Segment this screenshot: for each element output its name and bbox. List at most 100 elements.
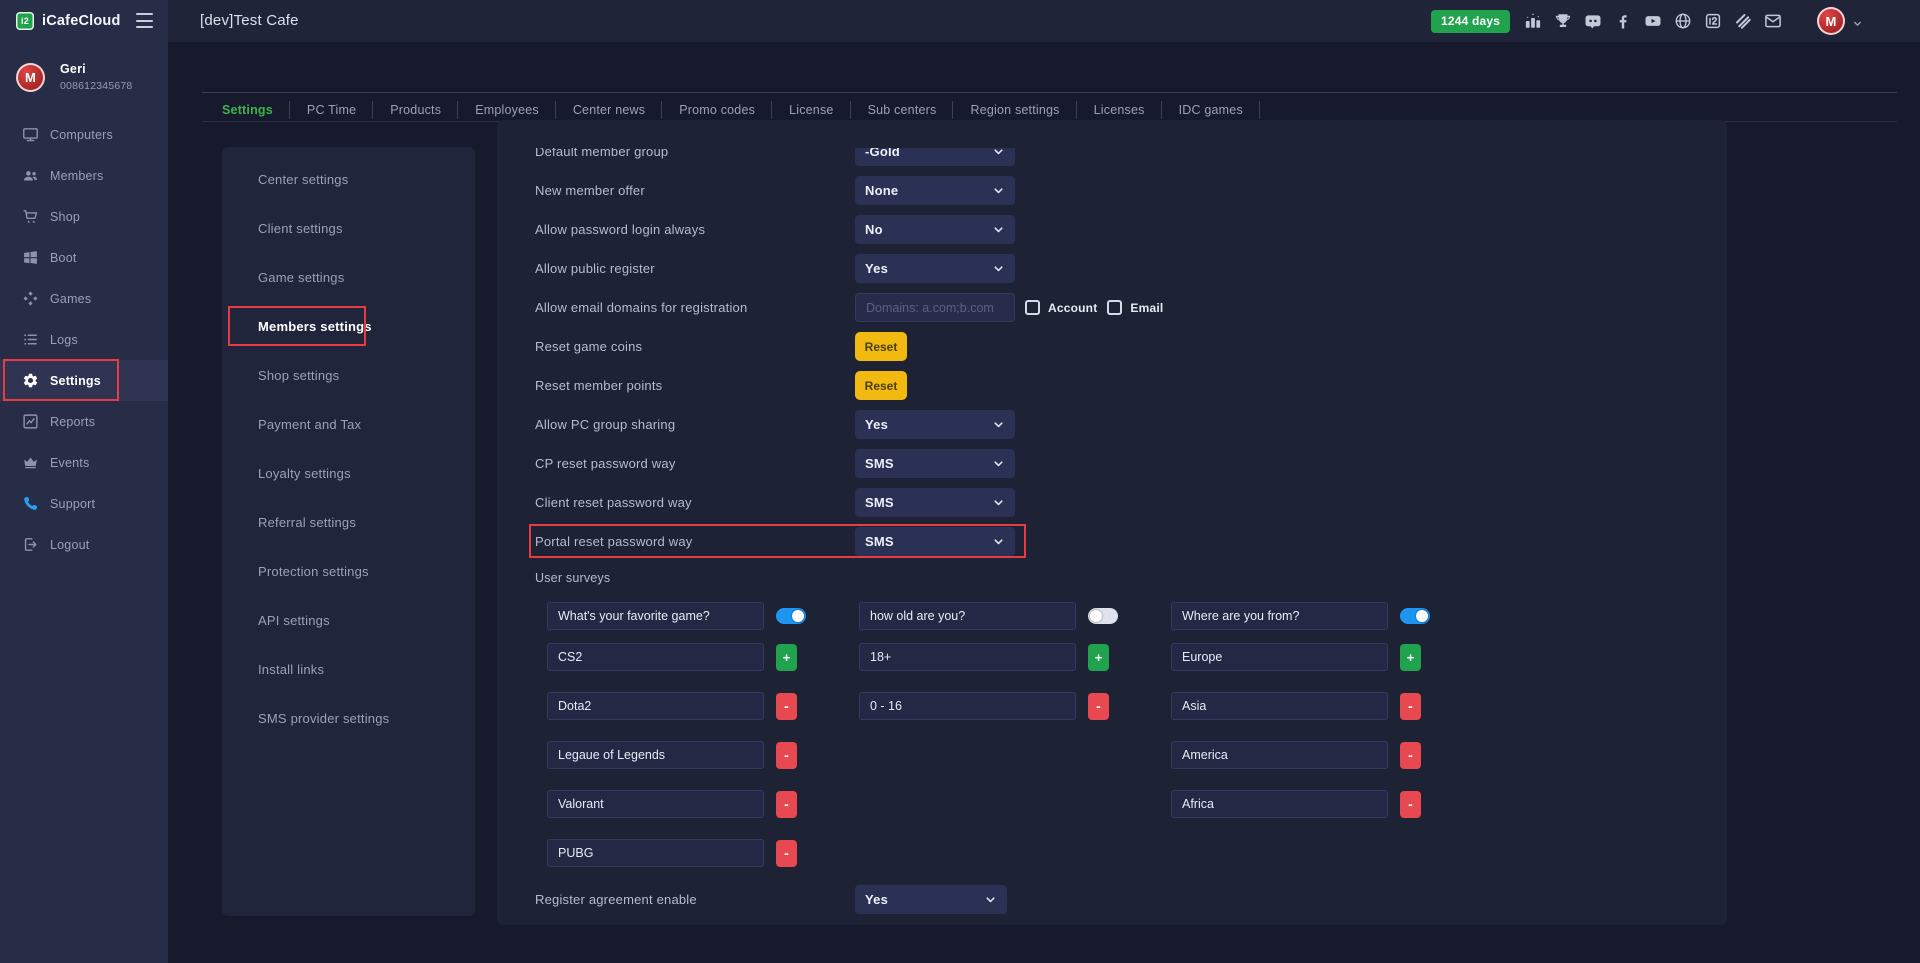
form-rows: Default member group-GoldNew member offe… [535,148,1727,561]
sidebar-item-logout[interactable]: Logout [0,524,168,565]
email-checkbox[interactable] [1107,300,1122,315]
add-answer-button[interactable]: + [1088,644,1109,671]
trophy-icon[interactable] [1554,12,1572,30]
new-member-offer-select[interactable]: None [855,176,1015,205]
settings-menu-sms-provider-settings[interactable]: SMS provider settings [222,694,475,743]
survey-enabled-toggle[interactable] [1088,608,1118,624]
reset-member-points-button[interactable]: Reset [855,371,907,400]
survey-column-2: +- [859,602,1109,867]
client-reset-password-way-select[interactable]: SMS [855,488,1015,517]
reset-game-coins-button[interactable]: Reset [855,332,907,361]
ranking-icon[interactable] [1524,12,1542,30]
settings-menu-referral-settings[interactable]: Referral settings [222,498,475,547]
sidebar-item-shop[interactable]: Shop [0,196,168,237]
settings-menu-client-settings[interactable]: Client settings [222,204,475,253]
sidebar-item-label: Members [50,169,104,183]
survey-answer-input[interactable] [1171,692,1388,720]
settings-menu-payment-and-tax[interactable]: Payment and Tax [222,400,475,449]
survey-question-input[interactable] [1171,602,1388,630]
sidebar-item-logs[interactable]: Logs [0,319,168,360]
field-label: New member offer [535,183,855,198]
sidebar-item-label: Logs [50,333,78,347]
settings-menu-members-settings[interactable]: Members settings [222,302,475,351]
survey-answer-input[interactable] [547,741,764,769]
youtube-icon[interactable] [1644,12,1662,30]
sidebar-item-support[interactable]: Support [0,483,168,524]
remove-answer-button[interactable]: - [1400,791,1421,818]
survey-answer-input[interactable] [859,643,1076,671]
register-agreement-select[interactable]: Yes [855,885,1007,914]
remove-answer-button[interactable]: - [1400,693,1421,720]
form-row-allow-email-domains-for-registration: Allow email domains for registrationAcco… [535,288,1727,327]
survey-answer-input[interactable] [1171,790,1388,818]
chevron-down-icon[interactable] [1852,16,1863,27]
remove-answer-button[interactable]: - [776,840,797,867]
members-settings-form-card: Default member group-GoldNew member offe… [497,120,1727,925]
layers-icon[interactable] [1734,12,1752,30]
mail-icon[interactable] [1764,12,1782,30]
remove-answer-button[interactable]: - [776,742,797,769]
field-label: Allow password login always [535,222,855,237]
sidebar-item-settings[interactable]: Settings [0,360,168,401]
email-domains-input[interactable] [855,293,1015,322]
settings-menu-api-settings[interactable]: API settings [222,596,475,645]
survey-answer-input[interactable] [547,643,764,671]
remove-answer-button[interactable]: - [776,693,797,720]
sidebar-item-events[interactable]: Events [0,442,168,483]
remove-answer-button[interactable]: - [1088,693,1109,720]
allow-pc-group-sharing-select[interactable]: Yes [855,410,1015,439]
survey-column-1: + - - - - [547,602,797,867]
survey-answer-input[interactable] [859,692,1076,720]
discord-icon[interactable] [1584,12,1602,30]
survey-answer-row: - [547,839,797,867]
survey-question-input[interactable] [859,602,1076,630]
form-row-reset-game-coins: Reset game coinsReset [535,327,1727,366]
chevron-down-icon [984,893,997,906]
portal-reset-password-way-select[interactable]: SMS [855,527,1015,556]
survey-question-input[interactable] [547,602,764,630]
sidebar-item-games[interactable]: Games [0,278,168,319]
settings-menu-shop-settings[interactable]: Shop settings [222,351,475,400]
add-answer-button[interactable]: + [776,644,797,671]
form-row-reset-member-points: Reset member pointsReset [535,366,1727,405]
survey-answer-input[interactable] [547,839,764,867]
settings-menu-center-settings[interactable]: Center settings [222,155,475,204]
sidebar-item-reports[interactable]: Reports [0,401,168,442]
globe-icon[interactable] [1674,12,1692,30]
cp-reset-password-way-select[interactable]: SMS [855,449,1015,478]
default-member-group-select[interactable]: -Gold [855,148,1015,166]
survey-answer-input[interactable] [1171,741,1388,769]
sidebar-item-computers[interactable]: Computers [0,114,168,155]
sidebar-item-members[interactable]: Members [0,155,168,196]
survey-enabled-toggle[interactable] [1400,608,1430,624]
survey-answer-input[interactable] [547,692,764,720]
settings-menu-game-settings[interactable]: Game settings [222,253,475,302]
icafecloud-icon[interactable] [1704,12,1722,30]
account-checkbox[interactable] [1025,300,1040,315]
icafecloud-logo-icon: i2 [16,12,34,30]
user-avatar[interactable]: M [1817,7,1845,35]
tab-products[interactable]: Products [373,96,458,124]
survey-answer-input[interactable] [547,790,764,818]
facebook-icon[interactable] [1614,12,1632,30]
tab-settings[interactable]: Settings [205,96,290,124]
field-label: Client reset password way [535,495,855,510]
settings-menu-loyalty-settings[interactable]: Loyalty settings [222,449,475,498]
remove-answer-button[interactable]: - [1400,742,1421,769]
sidebar-item-boot[interactable]: Boot [0,237,168,278]
settings-menu-protection-settings[interactable]: Protection settings [222,547,475,596]
tab-pc-time[interactable]: PC Time [290,96,373,124]
crown-icon [22,454,39,471]
remove-answer-button[interactable]: - [776,791,797,818]
sidebar-item-label: Reports [50,415,95,429]
days-remaining-badge[interactable]: 1244 days [1431,10,1510,33]
survey-enabled-toggle[interactable] [776,608,806,624]
select-value: SMS [865,495,894,510]
add-answer-button[interactable]: + [1400,644,1421,671]
survey-answer-input[interactable] [1171,643,1388,671]
sidebar-item-label: Boot [50,251,77,265]
settings-menu-install-links[interactable]: Install links [222,645,475,694]
allow-public-register-select[interactable]: Yes [855,254,1015,283]
hamburger-menu-icon[interactable] [136,13,153,28]
allow-password-login-always-select[interactable]: No [855,215,1015,244]
